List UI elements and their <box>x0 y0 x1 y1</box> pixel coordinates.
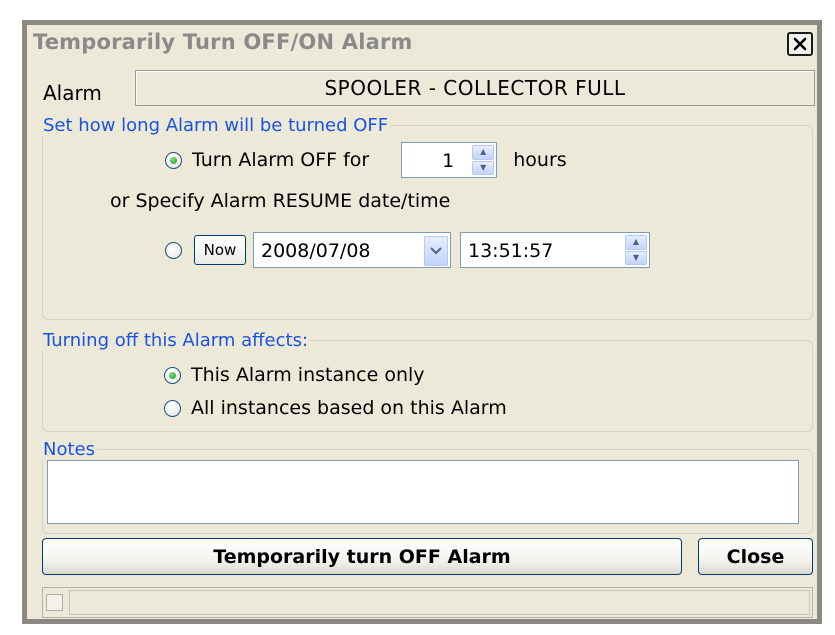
resume-date-picker[interactable]: 2008/07/08 <box>253 232 451 268</box>
turn-off-for-label: Turn Alarm OFF for <box>192 149 370 171</box>
time-spin-icon[interactable]: ▲ ▼ <box>625 235 647 265</box>
dialog-window: Temporarily Turn OFF/ON Alarm Alarm SPOO… <box>22 20 822 624</box>
close-window-button[interactable] <box>787 32 813 56</box>
status-bar <box>42 587 813 618</box>
radio-instance-only[interactable] <box>164 366 181 384</box>
radio-selected-icon <box>170 156 177 164</box>
dialog-title: Temporarily Turn OFF/ON Alarm <box>33 30 413 54</box>
hours-unit-label: hours <box>513 149 567 171</box>
instance-only-label: This Alarm instance only <box>191 364 425 386</box>
scope-instance-row[interactable]: This Alarm instance only <box>164 364 425 386</box>
resume-date-value: 2008/07/08 <box>261 240 371 262</box>
radio-turn-off-for[interactable] <box>165 151 182 169</box>
notes-textarea[interactable] <box>47 460 799 524</box>
resume-datetime-row: Now 2008/07/08 13:51:57 ▲ ▼ <box>165 232 650 268</box>
or-specify-label: or Specify Alarm RESUME date/time <box>110 190 451 212</box>
resume-time-stepper[interactable]: 13:51:57 ▲ ▼ <box>460 232 650 268</box>
radio-resume-datetime[interactable] <box>165 241 182 259</box>
time-spin-down-button[interactable]: ▼ <box>625 250 647 265</box>
now-button[interactable]: Now <box>194 235 246 265</box>
hours-value: 1 <box>442 150 455 172</box>
radio-selected-icon <box>169 371 176 379</box>
radio-all-instances[interactable] <box>164 399 181 417</box>
spin-updown-icon[interactable]: ▲ ▼ <box>472 145 495 175</box>
spin-down-button[interactable]: ▼ <box>472 160 495 175</box>
close-x-icon <box>793 37 807 51</box>
notes-legend: Notes <box>43 439 95 460</box>
alarm-label: Alarm <box>43 81 102 105</box>
resume-time-value: 13:51:57 <box>468 240 554 262</box>
time-spin-up-button[interactable]: ▲ <box>625 235 647 250</box>
temporarily-turn-off-button[interactable]: Temporarily turn OFF Alarm <box>42 538 682 575</box>
turn-off-for-row: Turn Alarm OFF for 1 ▲ ▼ hours <box>165 142 567 178</box>
chevron-down-icon[interactable] <box>424 236 448 266</box>
alarm-name-field: SPOOLER - COLLECTOR FULL <box>135 70 815 106</box>
scope-all-row[interactable]: All instances based on this Alarm <box>164 397 507 419</box>
status-checkbox[interactable] <box>46 594 63 611</box>
hours-stepper[interactable]: 1 ▲ ▼ <box>401 142 498 178</box>
dropdown-arrow-icon <box>430 247 442 255</box>
duration-group-legend: Set how long Alarm will be turned OFF <box>43 115 389 136</box>
spin-up-button[interactable]: ▲ <box>472 145 495 160</box>
scope-group-legend: Turning off this Alarm affects: <box>43 330 309 351</box>
close-button[interactable]: Close <box>698 538 813 575</box>
all-instances-label: All instances based on this Alarm <box>191 397 507 419</box>
status-field <box>69 590 810 615</box>
